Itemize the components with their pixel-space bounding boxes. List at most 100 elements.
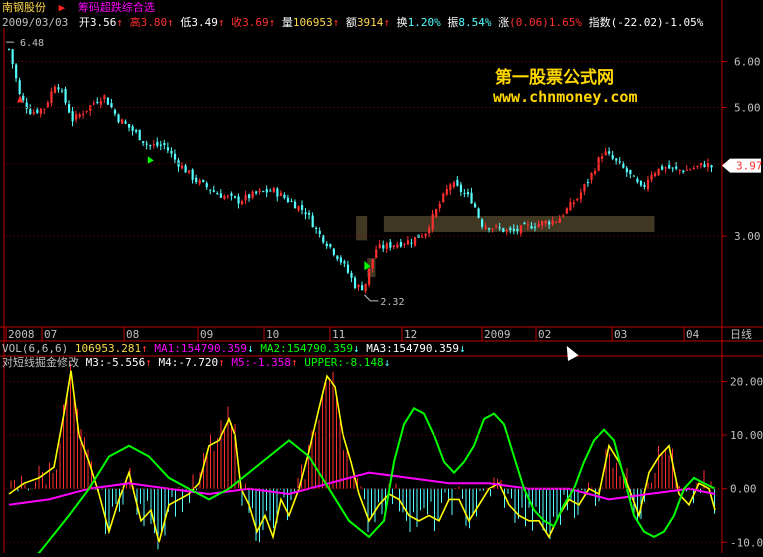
candle-body bbox=[495, 225, 498, 227]
candle-body bbox=[481, 219, 484, 227]
indicator-name[interactable]: 对短线掘金修改 bbox=[2, 356, 79, 369]
candle-body bbox=[15, 64, 18, 79]
vol-value: 106953 bbox=[292, 16, 333, 29]
candle-body bbox=[43, 108, 46, 110]
upper-down-arrow: ↓ bbox=[383, 356, 391, 369]
candle-body bbox=[689, 169, 692, 171]
candle-body bbox=[699, 163, 703, 166]
candle-body bbox=[99, 100, 102, 105]
candle-body bbox=[435, 209, 438, 217]
candle-body bbox=[382, 245, 385, 249]
candle-body bbox=[92, 103, 95, 105]
candle-body bbox=[39, 108, 42, 114]
candle-body bbox=[96, 101, 99, 103]
candle-body bbox=[46, 102, 50, 107]
candle-body bbox=[85, 110, 88, 112]
candle-body bbox=[533, 226, 537, 228]
candle-body bbox=[586, 181, 590, 183]
time-tick-label: 10 bbox=[266, 328, 279, 341]
candle-body bbox=[678, 169, 681, 171]
quote-date: 2009/03/03 bbox=[2, 16, 69, 29]
candle-body bbox=[226, 195, 230, 197]
candle-body bbox=[526, 224, 530, 226]
candle-body bbox=[590, 173, 593, 180]
candle-body bbox=[378, 244, 381, 248]
vol-ma3: MA3:154790.359 bbox=[366, 342, 459, 355]
time-tick-label: 2009 bbox=[484, 328, 511, 341]
candle-body bbox=[593, 171, 597, 174]
vol-arrow: ↑ bbox=[332, 16, 340, 29]
candle-body bbox=[548, 221, 551, 225]
candle-body bbox=[283, 194, 286, 198]
time-tick-label: 03 bbox=[614, 328, 627, 341]
candle-body bbox=[583, 184, 586, 192]
chip-zone-left bbox=[356, 215, 368, 241]
candle-body bbox=[138, 129, 141, 141]
candle-body bbox=[223, 195, 226, 199]
candle-body bbox=[484, 226, 487, 229]
candle-body bbox=[664, 167, 667, 169]
candle-body bbox=[117, 114, 120, 122]
candle-body bbox=[389, 241, 392, 248]
candle-body bbox=[661, 166, 664, 170]
candle-body bbox=[399, 242, 403, 247]
time-tick-label: 09 bbox=[200, 328, 213, 341]
amplitude-label: 振 bbox=[447, 16, 459, 29]
candle-body bbox=[523, 222, 526, 225]
m3-value: M3:-5.556 bbox=[85, 356, 146, 369]
candle-body bbox=[50, 91, 53, 104]
candle-body bbox=[120, 119, 124, 124]
candle-body bbox=[668, 165, 671, 169]
candle-body bbox=[611, 155, 614, 159]
candle-body bbox=[269, 190, 272, 192]
candle-body bbox=[329, 243, 332, 247]
candle-body bbox=[191, 169, 194, 180]
candle-body bbox=[519, 225, 523, 234]
candle-body bbox=[110, 103, 113, 108]
m3-up-arrow: ↑ bbox=[145, 356, 152, 369]
candle-body bbox=[248, 194, 251, 199]
candle-body bbox=[653, 173, 657, 177]
candle-body bbox=[219, 193, 222, 198]
stock-name[interactable]: 南钢股份 bbox=[2, 1, 46, 14]
candle-body bbox=[212, 190, 215, 192]
candle-body bbox=[216, 193, 219, 195]
candle-body bbox=[198, 180, 201, 184]
candle-body bbox=[445, 189, 448, 195]
candle-body bbox=[562, 215, 565, 217]
candle-body bbox=[463, 192, 466, 194]
low-arrow: ↑ bbox=[217, 16, 225, 29]
price-tick-label: 6.00 bbox=[734, 56, 761, 69]
time-tick-label: 02 bbox=[538, 328, 551, 341]
candle-body bbox=[336, 255, 339, 260]
time-tick-label: 11 bbox=[332, 328, 345, 341]
watermark-title: 第一股票公式网 bbox=[495, 68, 614, 88]
signal-arrow-icon bbox=[147, 156, 154, 164]
candle-body bbox=[128, 123, 131, 128]
m4-up-arrow: ↑ bbox=[218, 356, 225, 369]
watermark-url[interactable]: www.chnmoney.com bbox=[493, 88, 638, 106]
candle-body bbox=[406, 240, 410, 245]
time-tick-label: 2008 bbox=[8, 328, 35, 341]
candle-body bbox=[551, 220, 554, 225]
candle-body bbox=[60, 90, 64, 92]
candle-body bbox=[512, 228, 515, 231]
candle-body bbox=[145, 143, 148, 145]
low-marker-line bbox=[364, 294, 379, 302]
formula-name[interactable]: 筹码超跌综合选 bbox=[78, 1, 155, 14]
candle-body bbox=[361, 285, 364, 291]
candle-body bbox=[572, 202, 575, 205]
candle-body bbox=[569, 202, 572, 211]
candle-body bbox=[325, 243, 328, 247]
last-price-label: 3.97 bbox=[736, 160, 763, 173]
candle-body bbox=[258, 190, 261, 193]
candle-body bbox=[131, 126, 134, 131]
change-value: (0.06) bbox=[509, 16, 549, 29]
candle-body bbox=[304, 212, 307, 215]
candle-body bbox=[166, 147, 170, 151]
candle-body bbox=[385, 243, 388, 249]
low-label: 低 bbox=[180, 16, 192, 29]
vol-ma1: MA1:154790.359 bbox=[154, 342, 248, 355]
candle-body bbox=[692, 168, 696, 170]
amount-value: 3914 bbox=[356, 16, 384, 29]
